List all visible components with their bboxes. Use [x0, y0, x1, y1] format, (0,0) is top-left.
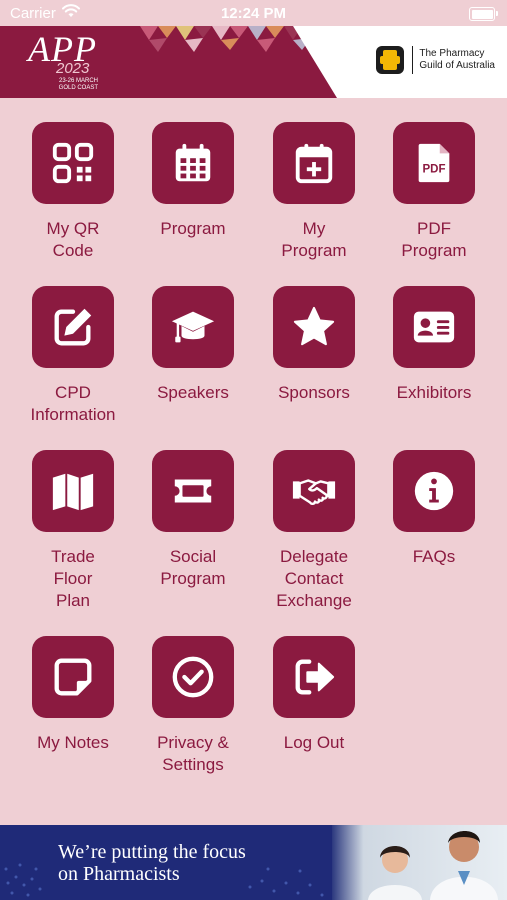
battery-icon	[469, 7, 498, 21]
menu-item-label: Privacy & Settings	[157, 733, 229, 774]
pdf-file-icon: PDF	[393, 122, 475, 204]
menu-item-label: FAQs	[412, 547, 456, 566]
qr-code-icon	[32, 122, 114, 204]
menu-item-my-program[interactable]: My Program	[254, 122, 374, 262]
logo-divider	[412, 46, 414, 74]
sticky-note-icon	[32, 636, 114, 718]
menu-item-label: My QR Code	[46, 219, 100, 260]
menu-item-trade-floor-plan[interactable]: Trade Floor Plan	[13, 450, 133, 612]
info-icon	[393, 450, 475, 532]
calendar-add-icon	[273, 122, 355, 204]
menu-item-label: CPD Information	[30, 383, 116, 424]
map-icon	[32, 450, 114, 532]
menu-item-label: Delegate Contact Exchange	[276, 547, 352, 610]
pharmacist-woman-image	[368, 846, 422, 900]
menu-item-label: Log Out	[283, 733, 345, 752]
id-card-icon	[393, 286, 475, 368]
banner-headline: We’re putting the focus on Pharmacists	[58, 841, 246, 885]
ticket-icon	[152, 450, 234, 532]
menu-item-social-program[interactable]: Social Program	[133, 450, 253, 590]
advert-banner[interactable]: We’re putting the focus on Pharmacists	[0, 825, 507, 900]
clock: 12:24 PM	[220, 5, 287, 22]
event-header: APP 2023 23-26 MARCH GOLD COAST The Phar…	[0, 26, 507, 98]
menu-item-label: Social Program	[160, 547, 226, 588]
menu-item-sponsors[interactable]: Sponsors	[254, 286, 374, 404]
pharmacist-man-image	[430, 831, 498, 900]
menu-item-program[interactable]: Program	[133, 122, 253, 240]
pharmacy-guild-logo: The Pharmacy Guild of Australia	[376, 46, 495, 74]
menu-item-delegate-contact-exchange[interactable]: Delegate Contact Exchange	[254, 450, 374, 612]
edit-icon	[32, 286, 114, 368]
app-2023-logo: APP 2023 23-26 MARCH GOLD COAST	[28, 31, 98, 91]
menu-item-speakers[interactable]: Speakers	[133, 286, 253, 404]
star-icon	[273, 286, 355, 368]
menu-item-pdf-program[interactable]: PDF PDF Program	[374, 122, 494, 262]
menu-item-my-notes[interactable]: My Notes	[13, 636, 133, 754]
log-out-icon	[273, 636, 355, 718]
logo-dates-line: 23-26 MARCH	[58, 78, 98, 84]
logo-dates: 23-26 MARCH GOLD COAST	[58, 78, 98, 92]
menu-item-label: PDF Program	[401, 219, 467, 260]
calendar-icon	[152, 122, 234, 204]
check-circle-icon	[152, 636, 234, 718]
menu-item-label: My Notes	[37, 733, 109, 752]
menu-item-faqs[interactable]: FAQs	[374, 450, 494, 568]
menu-item-label: Program	[160, 219, 226, 238]
guild-name-line2: Guild of Australia	[419, 60, 495, 71]
logo-location-line: GOLD COAST	[58, 85, 98, 91]
menu-item-privacy-settings[interactable]: Privacy & Settings	[133, 636, 253, 776]
menu-item-label: Trade Floor Plan	[51, 547, 95, 610]
menu-item-cpd-information[interactable]: CPD Information	[13, 286, 133, 426]
svg-text:PDF: PDF	[423, 164, 446, 176]
menu-item-label: Exhibitors	[396, 383, 472, 402]
logo-year: 2023	[56, 60, 90, 77]
banner-line-1: We’re putting the focus	[58, 841, 246, 863]
graduation-cap-icon	[152, 286, 234, 368]
menu-item-label: Sponsors	[278, 383, 350, 402]
banner-line-2: on Pharmacists	[58, 863, 180, 885]
menu-item-log-out[interactable]: Log Out	[254, 636, 374, 754]
handshake-icon	[273, 450, 355, 532]
guild-name-line1: The Pharmacy	[419, 48, 485, 59]
menu-item-exhibitors[interactable]: Exhibitors	[374, 286, 494, 404]
guild-name: The Pharmacy Guild of Australia	[419, 48, 495, 72]
menu-item-label: Speakers	[157, 383, 229, 402]
menu-item-label: My Program	[281, 219, 347, 260]
menu-item-my-qr-code[interactable]: My QR Code	[13, 122, 133, 262]
status-bar: Carrier 12:24 PM	[0, 0, 507, 26]
pharmacists-photo	[332, 825, 507, 900]
panel-edge	[293, 26, 353, 98]
guild-cross-icon	[376, 46, 405, 74]
